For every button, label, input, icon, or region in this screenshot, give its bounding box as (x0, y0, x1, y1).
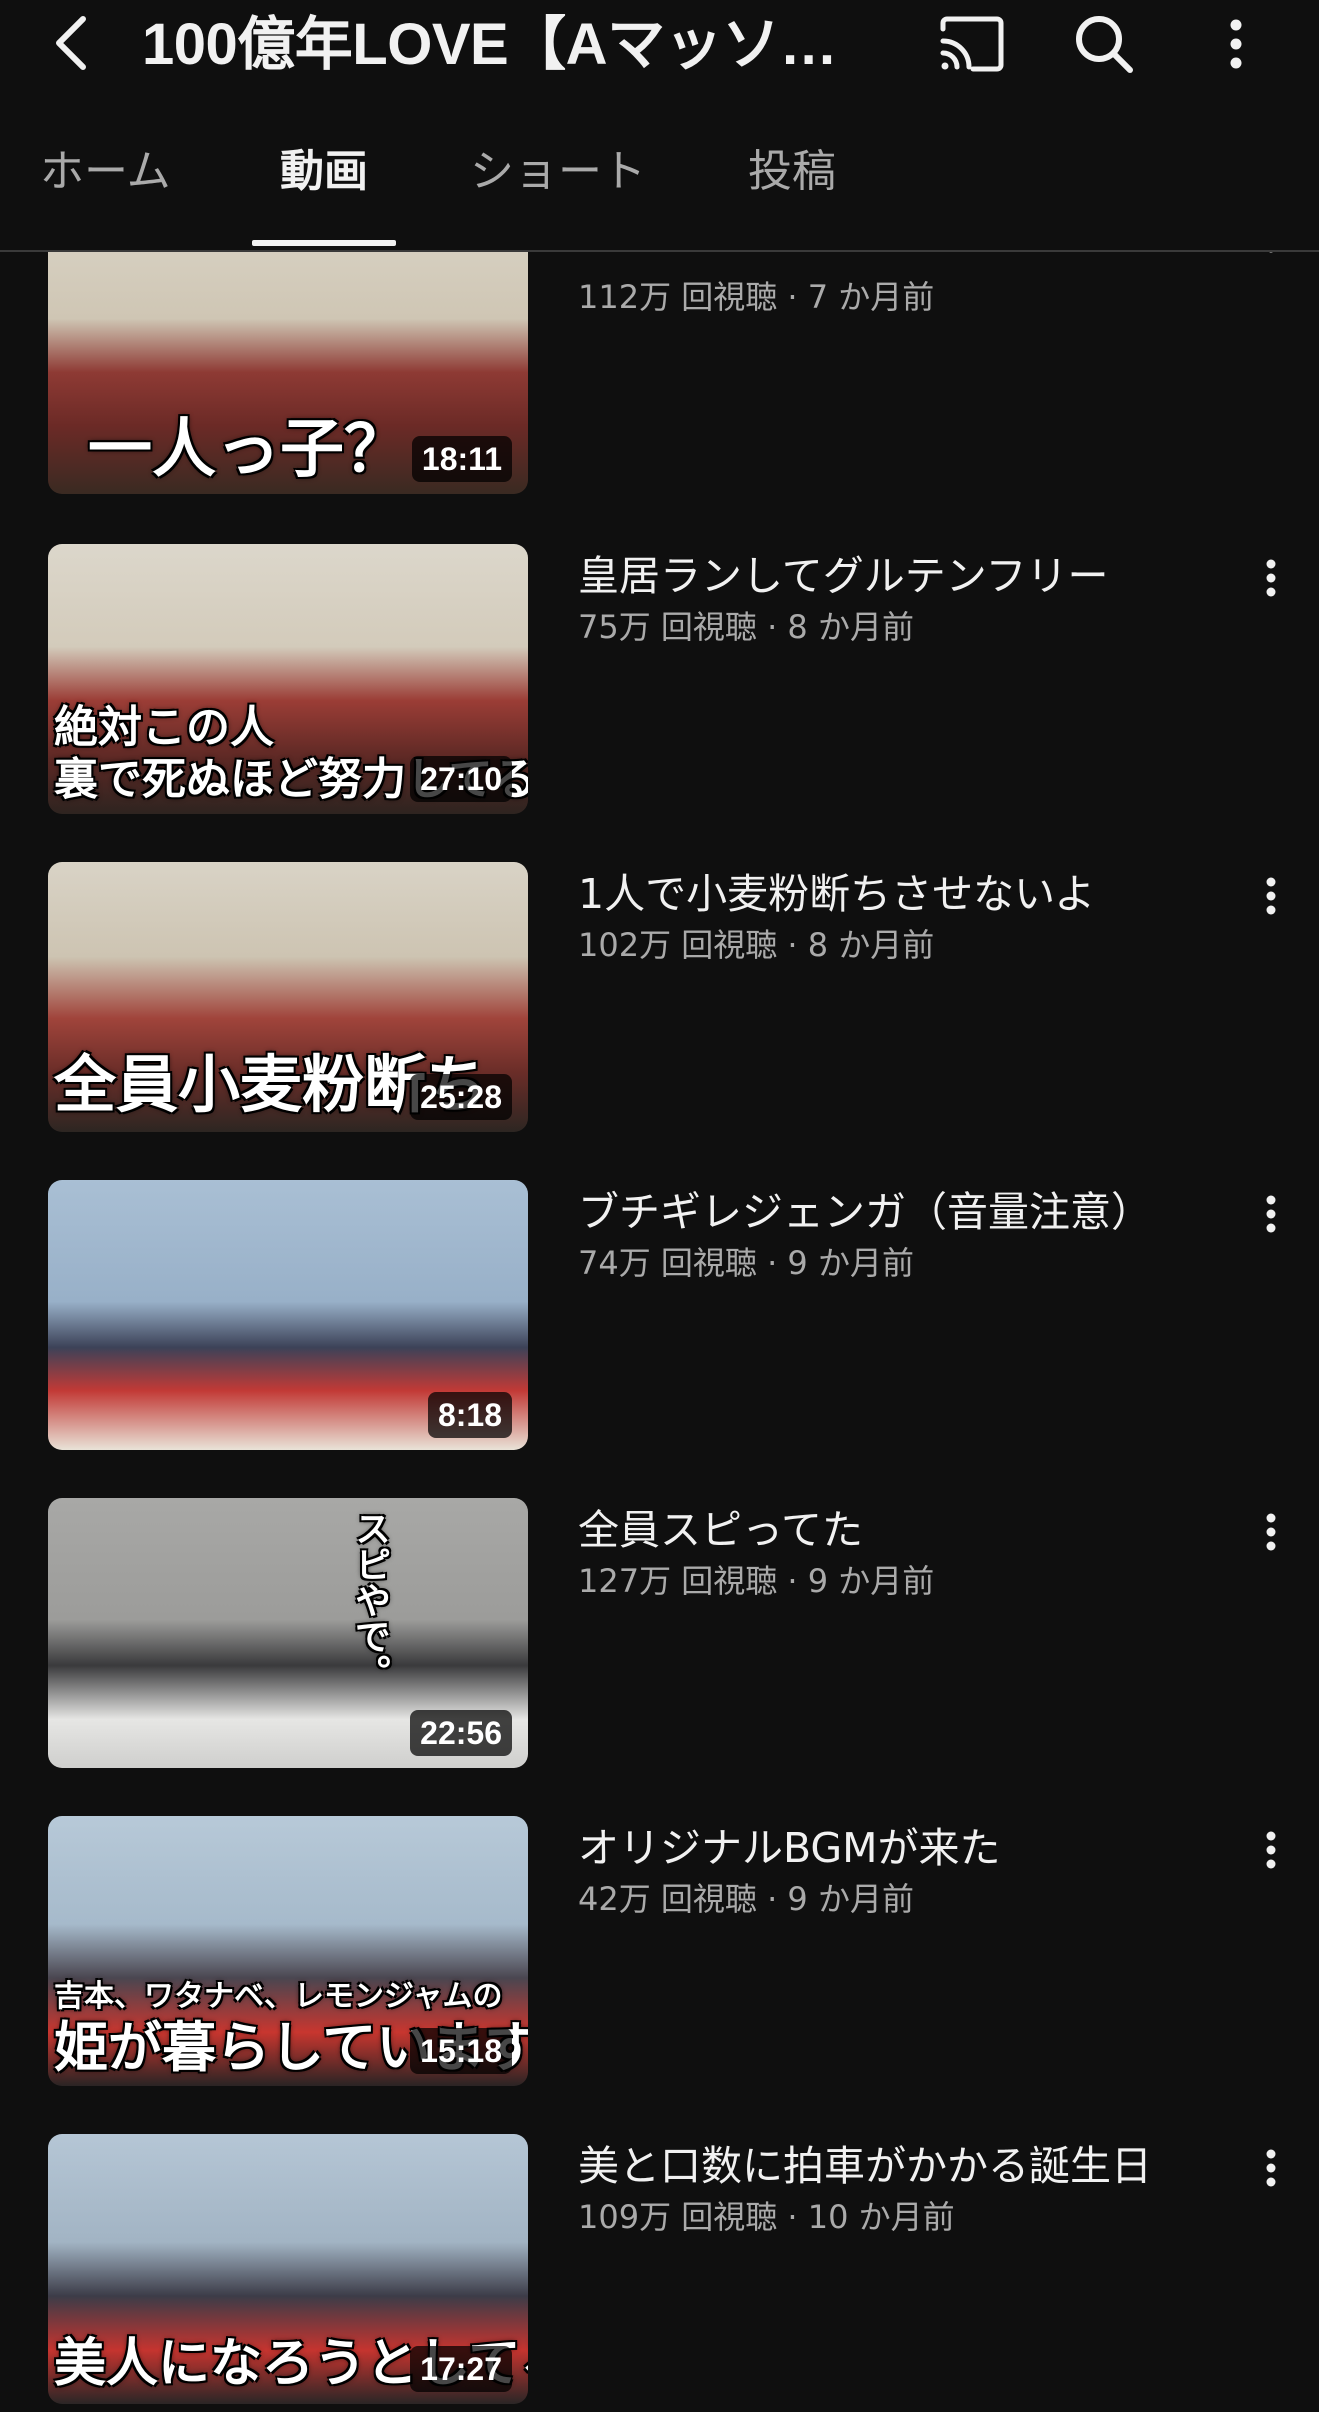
caption-line: 絶対この人 (54, 702, 274, 753)
tab-videos[interactable]: 動画 (280, 142, 368, 202)
video-meta: 112万 回視聴 · 7 か月前 (578, 278, 935, 316)
video-title[interactable]: 美と口数に拍車がかかる誕生日 (578, 2138, 1238, 2198)
channel-tabs: ホーム 動画 ショート 投稿 (0, 88, 1319, 252)
video-item[interactable]: スピやで。 22:56 全員スピってた 127万 回視聴 · 9 か月前 (0, 1498, 1319, 1768)
more-options-button[interactable] (1196, 6, 1276, 86)
tab-home[interactable]: ホーム (40, 142, 171, 202)
caption-line: 吉本、ワタナベ、レモンジャムの (54, 1979, 503, 2014)
video-meta: 75万 回視聴 · 8 か月前 (578, 608, 914, 646)
video-thumbnail[interactable]: 絶対この人 裏で死ぬほど努力してる 27:10 (48, 544, 528, 814)
video-item[interactable]: 全員小麦粉断ち 25:28 1人で小麦粉断ちさせないよ 102万 回視聴 · 8… (0, 862, 1319, 1132)
tab-posts[interactable]: 投稿 (748, 142, 836, 202)
video-meta: 109万 回視聴 · 10 か月前 (578, 2198, 955, 2236)
video-item[interactable]: 一人っ子？ 18:11 人から言われて１番嫌な言葉 112万 回視聴 · 7 か… (0, 208, 1319, 494)
app-header: 100億年LOVE【Aマッソ… (0, 0, 1319, 88)
search-button[interactable] (1064, 6, 1144, 86)
video-thumbnail[interactable]: 全員小麦粉断ち 25:28 (48, 862, 528, 1132)
active-tab-indicator (252, 240, 396, 246)
video-meta: 42万 回視聴 · 9 か月前 (578, 1880, 914, 1918)
duration-badge: 17:27 (410, 2346, 512, 2392)
video-thumbnail[interactable]: 一人っ子？ 18:11 (48, 224, 528, 494)
duration-badge: 18:11 (411, 436, 512, 482)
video-title[interactable]: ブチギレジェンガ（音量注意） (578, 1184, 1238, 1244)
video-title[interactable]: 全員スピってた (578, 1502, 1238, 1562)
back-button[interactable] (36, 10, 106, 80)
video-item[interactable]: 8:18 ブチギレジェンガ（音量注意） 74万 回視聴 · 9 か月前 (0, 1180, 1319, 1450)
thumbnail-caption: スピやで。 (349, 1510, 391, 1690)
duration-badge: 22:56 (410, 1710, 512, 1756)
item-more-icon[interactable] (1246, 1502, 1296, 1562)
cast-button[interactable] (932, 6, 1012, 86)
back-arrow-icon (51, 15, 91, 75)
video-list: 一人っ子？ 18:11 人から言われて１番嫌な言葉 112万 回視聴 · 7 か… (0, 0, 1319, 2412)
item-more-icon[interactable] (1246, 548, 1296, 608)
video-thumbnail[interactable]: 吉本、ワタナベ、レモンジャムの 姫が暮らしています 15:18 (48, 1816, 528, 2086)
video-thumbnail[interactable]: 8:18 (48, 1180, 528, 1450)
item-more-icon[interactable] (1246, 2138, 1296, 2198)
channel-title: 100億年LOVE【Aマッソ… (142, 12, 838, 77)
search-icon (1072, 12, 1136, 80)
cast-icon (937, 15, 1007, 77)
video-thumbnail[interactable]: スピやで。 22:56 (48, 1498, 528, 1768)
more-vertical-icon (1229, 18, 1243, 74)
item-more-icon[interactable] (1246, 1820, 1296, 1880)
video-item[interactable]: 絶対この人 裏で死ぬほど努力してる 27:10 皇居ランしてグルテンフリー 75… (0, 544, 1319, 814)
video-title[interactable]: 皇居ランしてグルテンフリー (578, 548, 1238, 608)
app-screen: 一人っ子？ 18:11 人から言われて１番嫌な言葉 112万 回視聴 · 7 か… (0, 0, 1319, 2412)
video-meta: 102万 回視聴 · 8 か月前 (578, 926, 935, 964)
item-more-icon[interactable] (1246, 866, 1296, 926)
duration-badge: 25:28 (410, 1074, 512, 1120)
duration-badge: 8:18 (427, 1392, 512, 1438)
video-title[interactable]: オリジナルBGMが来た (578, 1820, 1238, 1880)
video-meta: 74万 回視聴 · 9 か月前 (578, 1244, 914, 1282)
duration-badge: 27:10 (410, 756, 512, 802)
video-item[interactable]: 美人になろうとしてるやん 17:27 美と口数に拍車がかかる誕生日 109万 回… (0, 2134, 1319, 2404)
item-more-icon[interactable] (1246, 1184, 1296, 1244)
tab-shorts[interactable]: ショート (470, 142, 646, 202)
video-title[interactable]: 1人で小麦粉断ちさせないよ (578, 866, 1238, 926)
video-meta: 127万 回視聴 · 9 か月前 (578, 1562, 935, 1600)
video-thumbnail[interactable]: 美人になろうとしてるやん 17:27 (48, 2134, 528, 2404)
thumbnail-caption: 一人っ子？ (88, 412, 408, 487)
video-item[interactable]: 吉本、ワタナベ、レモンジャムの 姫が暮らしています 15:18 オリジナルBGM… (0, 1816, 1319, 2086)
duration-badge: 15:18 (410, 2028, 512, 2074)
